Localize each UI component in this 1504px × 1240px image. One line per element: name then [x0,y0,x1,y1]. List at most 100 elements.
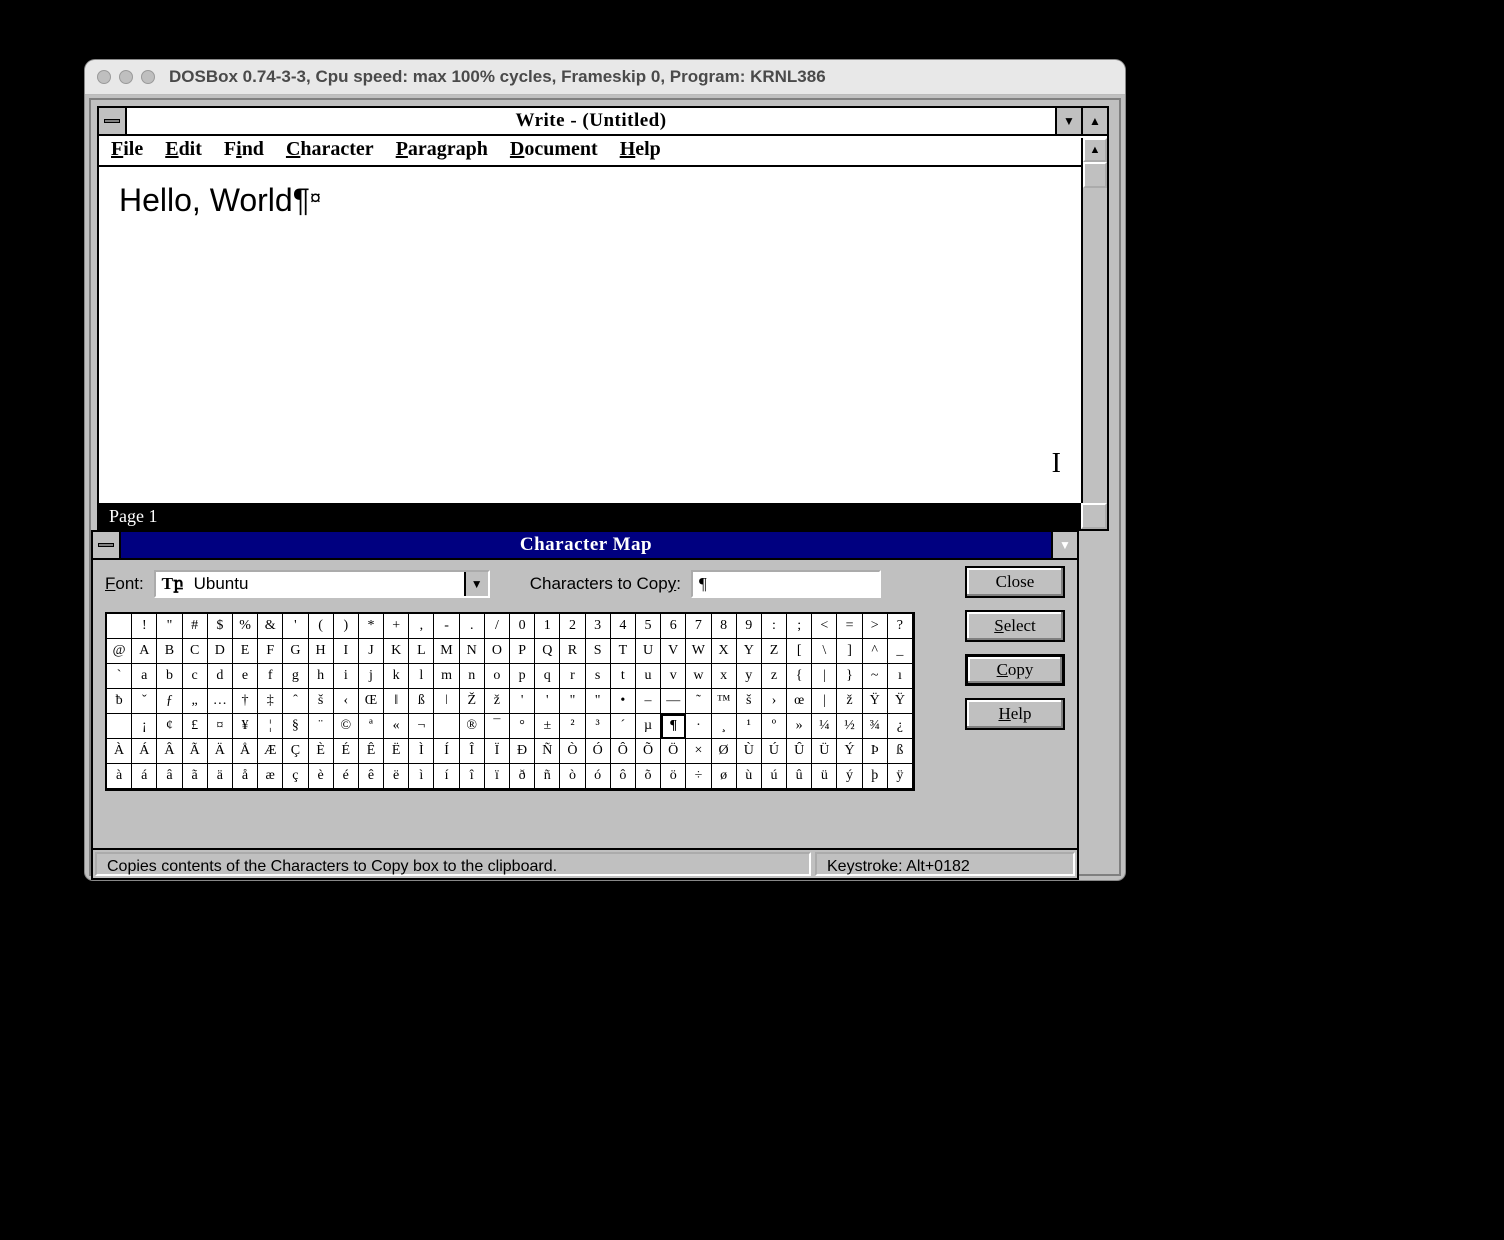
char-cell[interactable]: F [258,639,283,664]
char-cell[interactable]: L [409,639,434,664]
char-cell[interactable]: Í [434,739,459,764]
char-cell[interactable]: Ÿ [863,689,888,714]
char-cell[interactable]: ß [888,739,913,764]
char-cell[interactable]: & [258,614,283,639]
char-cell[interactable]: s [586,664,611,689]
char-cell[interactable]: Ò [560,739,585,764]
char-cell[interactable]: i [334,664,359,689]
char-cell[interactable]: " [157,614,182,639]
char-cell[interactable]: ú [762,764,787,789]
char-cell[interactable]: ž [485,689,510,714]
char-cell[interactable]: m [434,664,459,689]
char-cell[interactable]: ' [535,689,560,714]
write-maximize-button[interactable]: ▲ [1081,108,1107,134]
char-cell[interactable]: Ë [384,739,409,764]
char-cell[interactable]: š [309,689,334,714]
char-cell[interactable]: @ [107,639,132,664]
char-cell[interactable]: ƒ [157,689,182,714]
char-cell[interactable]: ( [309,614,334,639]
char-cell[interactable]: " [560,689,585,714]
char-cell[interactable]: ý [837,764,862,789]
char-cell[interactable]: 9 [737,614,762,639]
menu-help[interactable]: Help [620,138,661,161]
char-cell[interactable]: 6 [661,614,686,639]
char-cell[interactable]: ^ [863,639,888,664]
char-cell[interactable]: ¹ [737,714,762,739]
char-cell[interactable]: Œ [359,689,384,714]
char-cell[interactable]: 7 [686,614,711,639]
char-cell[interactable]: O [485,639,510,664]
char-cell[interactable]: o [485,664,510,689]
char-cell[interactable]: \ [812,639,837,664]
write-minimize-button[interactable]: ▼ [1055,108,1081,134]
char-cell[interactable]: z [762,664,787,689]
char-cell[interactable]: Ç [283,739,308,764]
charmap-minimize-button[interactable]: ▼ [1051,532,1077,558]
char-cell[interactable]: ) [334,614,359,639]
char-cell[interactable]: W [686,639,711,664]
char-cell[interactable]: % [233,614,258,639]
char-cell[interactable]: [ [787,639,812,664]
char-cell[interactable]: ¿ [888,714,913,739]
char-cell[interactable]: þ [863,764,888,789]
char-cell[interactable]: » [787,714,812,739]
char-cell[interactable]: ‹ [334,689,359,714]
char-cell[interactable]: Q [535,639,560,664]
char-cell[interactable]: { [787,664,812,689]
char-cell[interactable]: u [636,664,661,689]
scroll-thumb[interactable] [1083,162,1107,188]
zoom-traffic-icon[interactable] [141,70,155,84]
characters-to-copy-input[interactable] [691,570,881,598]
menu-file[interactable]: File [111,138,143,161]
char-cell[interactable]: å [233,764,258,789]
char-cell[interactable]: † [233,689,258,714]
char-cell[interactable]: q [535,664,560,689]
char-cell[interactable]: Ÿ [888,689,913,714]
char-cell[interactable]: ƀ [107,689,132,714]
char-cell[interactable]: ò [560,764,585,789]
font-combobox[interactable]: Ƭբ Ubuntu ▼ [154,570,490,598]
char-cell[interactable]: í [434,764,459,789]
char-cell[interactable]: ü [812,764,837,789]
char-cell[interactable]: ð [510,764,535,789]
char-cell[interactable]: > [863,614,888,639]
char-cell[interactable]: Ã [183,739,208,764]
char-cell[interactable]: a [132,664,157,689]
char-cell[interactable]: / [485,614,510,639]
char-cell[interactable]: , [409,614,434,639]
char-cell[interactable]: V [661,639,686,664]
char-cell[interactable]: Î [460,739,485,764]
select-button[interactable]: Select [965,610,1065,642]
char-cell[interactable]: P [510,639,535,664]
menu-character[interactable]: Character [286,138,374,161]
char-cell[interactable]: 3 [586,614,611,639]
char-cell[interactable]: ‡ [258,689,283,714]
char-cell[interactable]: É [334,739,359,764]
char-cell[interactable]: Â [157,739,182,764]
charmap-system-menu-button[interactable] [93,532,121,558]
char-cell[interactable]: 0 [510,614,535,639]
char-cell[interactable]: ı [888,664,913,689]
char-cell[interactable]: ê [359,764,384,789]
char-cell[interactable]: ñ [535,764,560,789]
char-cell[interactable]: Ú [762,739,787,764]
char-cell[interactable]: ã [183,764,208,789]
char-cell[interactable]: K [384,639,409,664]
char-cell[interactable]: ¾ [863,714,888,739]
char-cell[interactable]: I [334,639,359,664]
char-cell[interactable]: M [434,639,459,664]
char-cell[interactable]: ' [283,614,308,639]
char-cell[interactable]: ¬ [409,714,434,739]
char-cell[interactable]: + [384,614,409,639]
char-cell[interactable]: ~ [863,664,888,689]
char-cell[interactable]: ] [837,639,862,664]
char-cell[interactable]: x [712,664,737,689]
char-cell[interactable]: b [157,664,182,689]
char-cell[interactable]: Û [787,739,812,764]
char-cell[interactable]: c [183,664,208,689]
char-cell[interactable]: Ð [510,739,535,764]
char-cell[interactable]: ´ [611,714,636,739]
char-cell[interactable]: ø [712,764,737,789]
char-cell[interactable]: t [611,664,636,689]
minimize-traffic-icon[interactable] [119,70,133,84]
